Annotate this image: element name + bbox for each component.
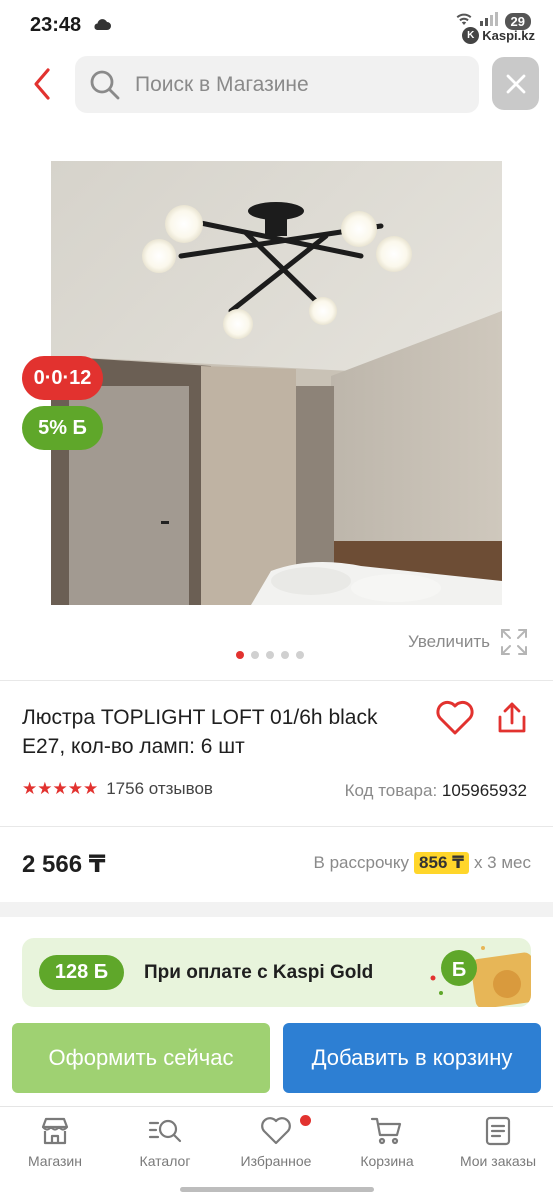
clear-search-button[interactable] <box>492 57 539 110</box>
nav-item-catalog[interactable]: Каталог <box>110 1115 220 1169</box>
pager-dot[interactable] <box>281 651 289 659</box>
cart-icon <box>370 1117 402 1145</box>
zoom-label: Увеличить <box>408 632 490 651</box>
nav-label: Мои заказы <box>459 1153 537 1169</box>
nav-label: Избранное <box>240 1153 312 1169</box>
gold-bonus-pill: 128 Б <box>39 955 124 990</box>
nav-item-favorites[interactable]: Избранное <box>221 1115 331 1169</box>
kaspi-app-badge: K Kaspi.kz <box>462 27 535 44</box>
installment-info: В рассрочку 856 ₸ х 3 мес <box>314 852 531 874</box>
rating-stars: ★★★★★ <box>22 779 99 798</box>
pager-dot[interactable] <box>251 651 259 659</box>
catalog-search-icon <box>148 1119 182 1143</box>
nav-label: Корзина <box>360 1153 414 1169</box>
installment-amount: 856 ₸ <box>414 852 469 874</box>
product-title: Люстра TOPLIGHT LOFT 01/6h black E27, ко… <box>22 706 378 758</box>
buy-now-button[interactable]: Оформить сейчас <box>12 1023 270 1093</box>
installment-suffix: х 3 мес <box>473 853 531 872</box>
sku-value: 105965932 <box>441 781 527 800</box>
pager-dot[interactable] <box>266 651 274 659</box>
rating-row: ★★★★★ 1756 отзывов <box>22 779 213 799</box>
share-icon <box>498 702 526 733</box>
status-time: 23:48 <box>30 14 82 36</box>
cloud-icon <box>92 17 112 36</box>
divider <box>0 826 553 827</box>
divider <box>0 680 553 681</box>
installment-badge: 0·0·12 <box>22 356 103 400</box>
sku: Код товара: 105965932 <box>345 781 527 801</box>
kaspi-app-label: Kaspi.kz <box>482 28 535 43</box>
product-image[interactable] <box>51 161 502 605</box>
nav-label: Каталог <box>139 1153 191 1169</box>
image-pager[interactable] <box>236 651 304 659</box>
pager-dot[interactable] <box>296 651 304 659</box>
home-indicator[interactable] <box>180 1187 374 1192</box>
zoom-button[interactable]: Увеличить <box>408 628 528 656</box>
nav-label: Магазин <box>27 1153 82 1169</box>
search-input[interactable] <box>135 72 435 97</box>
product-price: 2 566 ₸ <box>22 851 106 878</box>
bonus-badge: 5% Б <box>22 406 103 450</box>
kaspi-logo-icon: K <box>462 27 480 44</box>
nav-item-cart[interactable]: Корзина <box>332 1115 442 1169</box>
add-to-cart-button[interactable]: Добавить в корзину <box>283 1023 541 1093</box>
notification-dot <box>300 1115 311 1126</box>
favorite-button[interactable] <box>435 700 475 741</box>
status-bar: 23:48 29 K Kaspi.kz <box>0 0 553 50</box>
svg-text:Б: Б <box>452 959 466 981</box>
share-button[interactable] <box>495 700 529 741</box>
search-icon <box>89 69 121 101</box>
heart-icon <box>261 1117 291 1145</box>
search-bar[interactable] <box>75 56 479 113</box>
installment-prefix: В рассрочку <box>313 853 410 872</box>
heart-icon <box>436 700 474 735</box>
bottom-navigation: Магазин Каталог Избранное Корзина Мои за… <box>0 1106 553 1200</box>
pager-dot[interactable] <box>236 651 244 659</box>
kaspi-gold-card-icon: Б <box>430 946 531 1007</box>
back-button[interactable] <box>22 62 62 106</box>
close-icon <box>506 74 525 93</box>
sku-label: Код товара: <box>344 781 438 800</box>
section-separator <box>0 902 553 917</box>
gold-bonus-text: При оплате с Kaspi Gold <box>144 962 374 983</box>
chevron-left-icon <box>34 68 50 100</box>
store-icon <box>41 1117 69 1145</box>
orders-icon <box>485 1116 511 1146</box>
kaspi-gold-banner[interactable]: 128 Б При оплате с Kaspi Gold Б <box>22 938 531 1007</box>
nav-item-store[interactable]: Магазин <box>0 1115 110 1169</box>
nav-item-orders[interactable]: Мои заказы <box>443 1115 553 1169</box>
reviews-link[interactable]: 1756 отзывов <box>106 779 213 799</box>
expand-icon <box>501 629 527 655</box>
